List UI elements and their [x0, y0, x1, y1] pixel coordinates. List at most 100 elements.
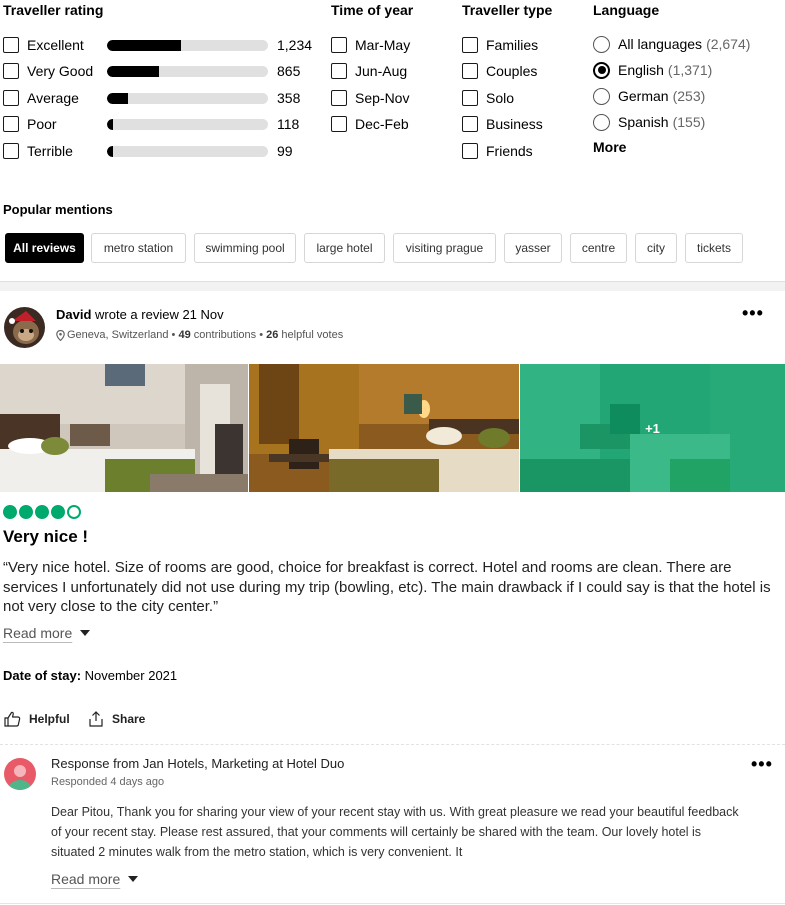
rating-count: 358: [277, 90, 301, 106]
review-photo-more[interactable]: +1: [520, 364, 785, 492]
review-filters: Traveller rating Excellent 1,234 Very Go…: [0, 0, 785, 170]
rating-excellent[interactable]: Excellent 1,234: [3, 35, 323, 55]
rating-count: 1,234: [277, 37, 313, 53]
traveller-rating-filter: Traveller rating Excellent 1,234 Very Go…: [3, 0, 323, 165]
chip-large-hotel[interactable]: large hotel: [304, 233, 385, 263]
chip-all-reviews[interactable]: All reviews: [5, 233, 84, 263]
chip-centre[interactable]: centre: [570, 233, 627, 263]
bottom-divider: [0, 903, 785, 904]
contributions-label: contributions: [190, 329, 257, 341]
popular-mentions-heading: Popular mentions: [3, 202, 113, 217]
rating-bar: [107, 118, 268, 130]
type-option[interactable]: Families: [462, 35, 538, 55]
rating-label: Very Good: [27, 63, 94, 79]
language-filter: Language All languages (2,674) English (1,…: [593, 0, 783, 165]
rating-terrible[interactable]: Terrible 99: [3, 141, 323, 161]
time-option[interactable]: Jun-Aug: [331, 61, 407, 81]
helpful-button[interactable]: Helpful: [4, 711, 70, 727]
type-option[interactable]: Business: [462, 114, 543, 134]
share-icon: [89, 711, 103, 727]
more-photos-overlay[interactable]: +1: [520, 364, 785, 492]
rating-bubble-filled-icon: [51, 505, 65, 519]
checkbox[interactable]: [331, 37, 347, 53]
rating-label: Excellent: [27, 37, 84, 53]
time-option[interactable]: Dec-Feb: [331, 114, 409, 134]
rating-bubble-filled-icon: [19, 505, 33, 519]
rating-very-good[interactable]: Very Good 865: [3, 61, 323, 81]
avatar[interactable]: [4, 307, 45, 348]
checkbox[interactable]: [3, 63, 19, 79]
read-more-label: Read more: [51, 871, 121, 887]
checkbox[interactable]: [462, 116, 478, 132]
responder-avatar[interactable]: [4, 758, 36, 790]
share-button[interactable]: Share: [88, 711, 145, 727]
type-label: Business: [486, 116, 543, 132]
checkbox[interactable]: [3, 143, 19, 159]
rating-average[interactable]: Average 358: [3, 88, 323, 108]
date-of-stay-label: Date of stay:: [3, 668, 82, 683]
response-read-more-link[interactable]: Read more: [51, 871, 139, 887]
response-more-options-button[interactable]: •••: [751, 754, 773, 775]
chip-yasser[interactable]: yasser: [504, 233, 562, 263]
checkbox[interactable]: [462, 37, 478, 53]
date-of-stay: Date of stay: November 2021: [3, 668, 177, 683]
radio-button[interactable]: [593, 35, 610, 53]
rating-count: 865: [277, 63, 301, 79]
language-label: German: [618, 88, 669, 104]
share-label: Share: [112, 712, 146, 726]
chip-city[interactable]: city: [635, 233, 677, 263]
rating-bubble-filled-icon: [35, 505, 49, 519]
language-option[interactable]: English (1,371): [593, 60, 712, 80]
checkbox[interactable]: [3, 116, 19, 132]
rating-label: Poor: [27, 116, 57, 132]
review-more-options-button[interactable]: •••: [742, 303, 764, 324]
review-read-more-link[interactable]: Read more: [3, 625, 91, 641]
time-of-year-filter: Time of year Mar-May Jun-Aug Sep-Nov Dec…: [331, 0, 451, 165]
time-label: Dec-Feb: [355, 116, 409, 132]
type-label: Solo: [486, 90, 515, 106]
language-label: All languages: [618, 36, 703, 52]
rating-bubble-filled-icon: [3, 505, 17, 519]
radio-button-selected[interactable]: [593, 61, 610, 79]
more-languages-link[interactable]: More: [593, 137, 626, 157]
checkbox[interactable]: [3, 90, 19, 106]
language-label: English: [618, 62, 664, 78]
radio-button[interactable]: [593, 113, 610, 131]
chip-visiting-prague[interactable]: visiting prague: [393, 233, 496, 263]
checkbox[interactable]: [462, 63, 478, 79]
radio-button[interactable]: [593, 87, 610, 105]
chip-tickets[interactable]: tickets: [685, 233, 743, 263]
chip-metro-station[interactable]: metro station: [91, 233, 186, 263]
checkbox[interactable]: [331, 90, 347, 106]
language-option[interactable]: All languages (2,674): [593, 34, 750, 54]
review-photo[interactable]: [249, 364, 519, 492]
checkbox[interactable]: [331, 63, 347, 79]
response-title: Response from Jan Hotels, Marketing at H…: [51, 756, 345, 771]
response-date: Responded 4 days ago: [51, 776, 165, 788]
reviewer-name[interactable]: David: [56, 307, 91, 322]
review-rating-bubbles: [3, 505, 81, 519]
review-photo[interactable]: [0, 364, 248, 492]
checkbox[interactable]: [3, 37, 19, 53]
rating-bar: [107, 92, 268, 104]
rating-bar: [107, 39, 268, 51]
checkbox[interactable]: [462, 90, 478, 106]
time-option[interactable]: Sep-Nov: [331, 88, 409, 108]
checkbox[interactable]: [331, 116, 347, 132]
rating-bar-fill: [107, 39, 182, 51]
type-option[interactable]: Friends: [462, 141, 533, 161]
rating-poor[interactable]: Poor 118: [3, 114, 323, 134]
contributions-count: 49: [178, 329, 191, 341]
rating-bar: [107, 145, 268, 157]
helpful-votes-count: 26: [266, 329, 279, 341]
type-label: Families: [486, 37, 539, 53]
checkbox[interactable]: [462, 143, 478, 159]
language-option[interactable]: Spanish (155): [593, 112, 705, 132]
type-option[interactable]: Solo: [462, 88, 514, 108]
language-option[interactable]: German (253): [593, 86, 705, 106]
rating-bubble-empty-icon: [67, 505, 81, 519]
time-option[interactable]: Mar-May: [331, 35, 410, 55]
review-title[interactable]: Very nice !: [3, 527, 88, 547]
type-option[interactable]: Couples: [462, 61, 537, 81]
chip-swimming-pool[interactable]: swimming pool: [194, 233, 296, 263]
